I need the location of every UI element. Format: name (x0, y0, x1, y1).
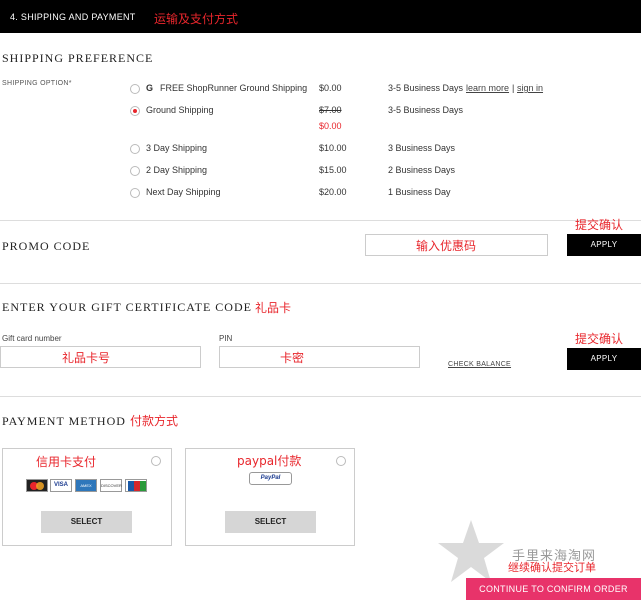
option-price-ground: $0.00 (319, 121, 342, 131)
discover-icon: DISCOVER (100, 479, 122, 492)
payment-heading-annotation: 付款方式 (130, 414, 179, 428)
payment-heading: PAYMENT METHOD (2, 414, 126, 428)
option-price-nextday: $20.00 (319, 187, 347, 197)
mastercard-icon (26, 479, 48, 492)
option-days-3day: 3 Business Days (388, 143, 456, 153)
visa-icon: VISA (50, 479, 72, 492)
radio-2day[interactable] (130, 166, 140, 176)
gift-heading-annotation: 礼品卡 (255, 301, 292, 315)
radio-ground[interactable] (130, 106, 140, 116)
credit-card-annotation: 信用卡支付 (36, 455, 97, 469)
option-name-3day: 3 Day Shipping (146, 143, 208, 153)
section-title: 4. SHIPPING AND PAYMENT (10, 12, 136, 22)
promo-apply-annotation: 提交确认 (575, 218, 624, 232)
promo-apply-button[interactable]: APPLY (567, 234, 641, 256)
gift-heading: ENTER YOUR GIFT CERTIFICATE CODE (2, 300, 252, 314)
radio-3day[interactable] (130, 144, 140, 154)
option-price-3day: $10.00 (319, 143, 347, 153)
amex-icon: AMEX (75, 479, 97, 492)
header-annotation: 运输及支付方式 (154, 12, 239, 26)
option-days-shoprunner: 3-5 Business Days (388, 83, 464, 93)
promo-heading: PROMO CODE (2, 239, 91, 253)
radio-paypal[interactable] (336, 456, 346, 466)
option-price-strike-ground: $7.00 (319, 105, 342, 115)
continue-annotation: 继续确认提交订单 (508, 561, 596, 574)
jcb-icon (125, 479, 147, 492)
watermark-star-icon (438, 520, 504, 582)
gift-apply-annotation: 提交确认 (575, 332, 624, 346)
paypal-annotation: paypal付款 (237, 454, 302, 468)
divider (0, 220, 641, 221)
option-days-ground: 3-5 Business Days (388, 105, 464, 115)
shipping-option-label: SHIPPING OPTION* (2, 80, 72, 87)
shipping-heading: SHIPPING PREFERENCE (2, 51, 154, 65)
promo-input-annotation: 输入优惠码 (416, 239, 477, 253)
select-credit-card-button[interactable]: SELECT (41, 511, 132, 533)
option-name-ground: Ground Shipping (146, 105, 214, 115)
option-days-nextday: 1 Business Day (388, 187, 451, 197)
option-price-2day: $15.00 (319, 165, 347, 175)
select-paypal-button[interactable]: SELECT (225, 511, 316, 533)
gift-card-number-annotation: 礼品卡号 (62, 351, 111, 365)
paypal-logo: PayPal (249, 472, 292, 485)
gift-pin-input[interactable] (219, 346, 420, 368)
gift-pin-label: PIN (219, 334, 233, 343)
radio-shoprunner[interactable] (130, 84, 140, 94)
divider (0, 283, 641, 284)
link-separator: | (512, 83, 515, 93)
learn-more-link[interactable]: learn more (466, 83, 509, 93)
gift-apply-button[interactable]: APPLY (567, 348, 641, 370)
option-days-2day: 2 Business Days (388, 165, 456, 175)
gift-pin-annotation: 卡密 (280, 351, 305, 365)
option-name-shoprunner: FREE ShopRunner Ground Shipping (160, 83, 308, 93)
shoprunner-icon: G (146, 83, 154, 93)
option-name-nextday: Next Day Shipping (146, 187, 221, 197)
check-balance-link[interactable]: CHECK BALANCE (448, 361, 511, 368)
radio-nextday[interactable] (130, 188, 140, 198)
gift-card-number-label: Gift card number (2, 334, 62, 343)
radio-credit-card[interactable] (151, 456, 161, 466)
option-price-shoprunner: $0.00 (319, 83, 342, 93)
option-name-2day: 2 Day Shipping (146, 165, 208, 175)
continue-to-confirm-order-button[interactable]: CONTINUE TO CONFIRM ORDER (466, 578, 641, 600)
divider (0, 396, 641, 397)
sign-in-link[interactable]: sign in (517, 83, 543, 93)
